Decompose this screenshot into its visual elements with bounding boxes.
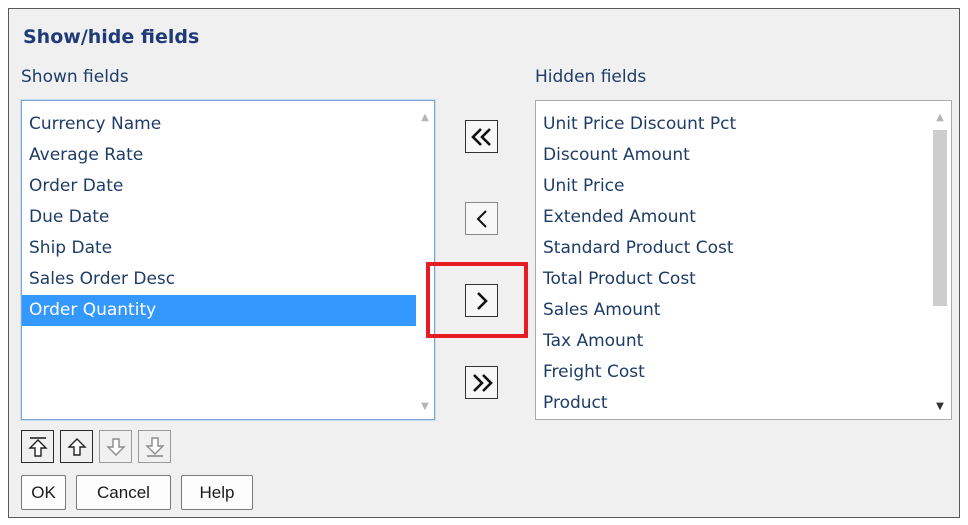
chevron-left-icon xyxy=(475,209,489,229)
list-item[interactable]: Discount Amount xyxy=(536,140,929,171)
hide-all-fields-button[interactable] xyxy=(465,366,498,399)
show-hide-fields-dialog: Show/hide fields Shown fields Hidden fie… xyxy=(8,8,960,518)
list-item[interactable]: Total Product Cost xyxy=(536,264,929,295)
list-item[interactable]: Extended Amount xyxy=(536,202,929,233)
hidden-list-scrollbar[interactable]: ▲ ▼ xyxy=(929,101,951,419)
hidden-fields-list[interactable]: Unit Price Discount Pct Discount Amount … xyxy=(535,100,952,420)
arrow-to-top-icon xyxy=(27,436,48,458)
list-item[interactable]: Freight Cost xyxy=(536,357,929,388)
arrow-up-icon xyxy=(66,436,87,458)
list-item[interactable]: Tax Amount xyxy=(536,326,929,357)
move-to-bottom-button[interactable] xyxy=(138,430,171,463)
arrow-to-bottom-icon xyxy=(144,436,165,458)
list-item[interactable]: Unit Price xyxy=(536,171,929,202)
list-item[interactable]: Order Date xyxy=(22,171,416,202)
highlight-box xyxy=(426,262,528,338)
list-item-selected[interactable]: Order Quantity xyxy=(22,295,416,326)
show-selected-field-button[interactable] xyxy=(465,202,498,235)
shown-fields-list[interactable]: Currency Name Average Rate Order Date Du… xyxy=(21,100,435,420)
list-item[interactable]: Due Date xyxy=(22,202,416,233)
list-item[interactable]: Sales Order Desc xyxy=(22,264,416,295)
list-item[interactable]: Unit Price Discount Pct xyxy=(536,109,929,140)
scroll-up-arrow-icon[interactable]: ▲ xyxy=(416,110,434,126)
list-item[interactable]: Standard Product Cost xyxy=(536,233,929,264)
dialog-title: Show/hide fields xyxy=(23,26,200,48)
shown-list-scrollbar[interactable]: ▲ ▼ xyxy=(416,101,434,419)
double-chevron-right-icon xyxy=(471,373,493,393)
shown-fields-label: Shown fields xyxy=(21,67,129,87)
move-up-button[interactable] xyxy=(60,430,93,463)
list-item[interactable]: Ship Date xyxy=(22,233,416,264)
scroll-up-arrow-icon[interactable]: ▲ xyxy=(929,110,951,126)
ok-button[interactable]: OK xyxy=(21,475,66,510)
arrow-down-icon xyxy=(105,436,126,458)
list-item[interactable]: Currency Name xyxy=(22,109,416,140)
move-down-button[interactable] xyxy=(99,430,132,463)
list-item[interactable]: Sales Amount xyxy=(536,295,929,326)
scroll-down-arrow-icon[interactable]: ▼ xyxy=(416,399,434,415)
scroll-down-arrow-icon[interactable]: ▼ xyxy=(929,399,951,415)
move-to-top-button[interactable] xyxy=(21,430,54,463)
show-all-fields-button[interactable] xyxy=(465,120,498,153)
double-chevron-left-icon xyxy=(470,127,493,147)
help-button[interactable]: Help xyxy=(181,475,253,510)
list-item[interactable]: Average Rate xyxy=(22,140,416,171)
hidden-fields-label: Hidden fields xyxy=(535,67,647,87)
list-item[interactable]: Product xyxy=(536,388,929,419)
scroll-thumb[interactable] xyxy=(933,130,947,306)
cancel-button[interactable]: Cancel xyxy=(76,475,171,510)
